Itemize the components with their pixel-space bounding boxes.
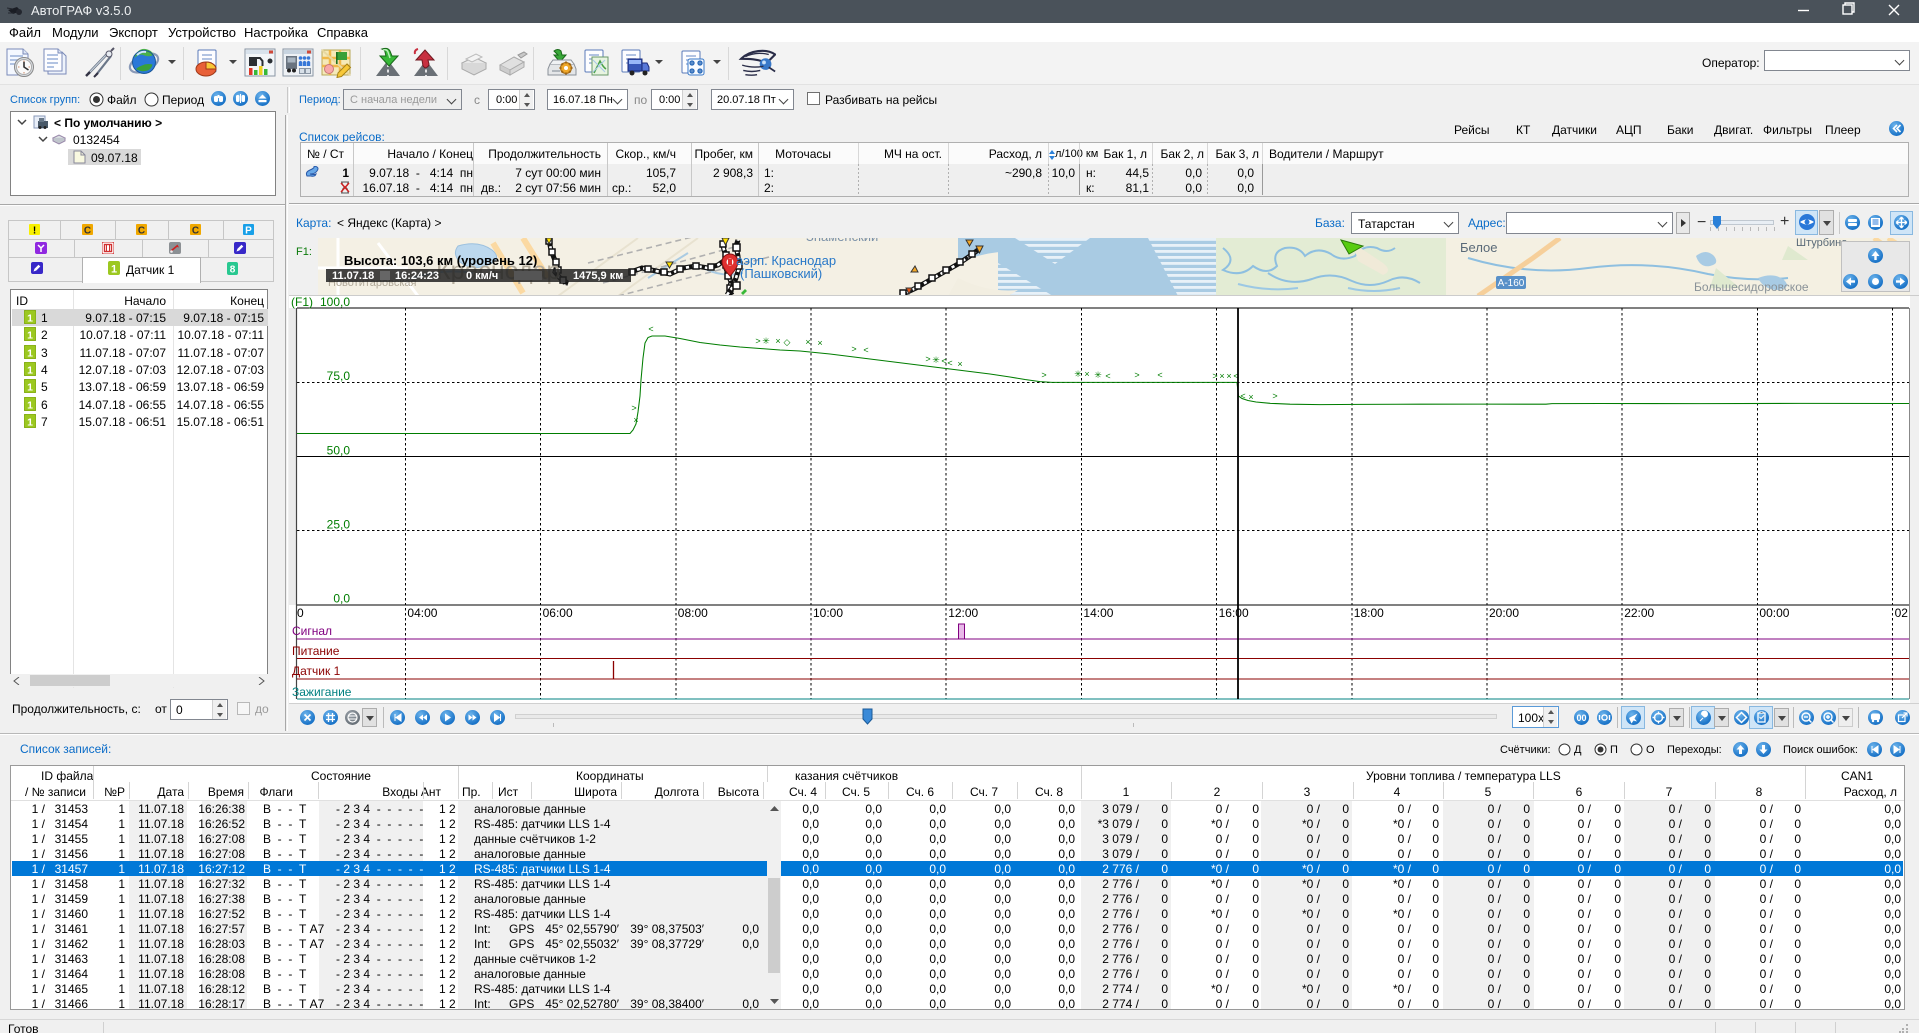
svg-text:1: 1 — [27, 417, 33, 429]
svg-text:16:00: 16:00 — [1219, 606, 1249, 620]
svg-text:10:00: 10:00 — [813, 606, 843, 620]
svg-text:×: × — [633, 415, 638, 425]
svg-text:(F1): (F1) — [291, 296, 313, 309]
svg-text:12:00: 12:00 — [948, 606, 978, 620]
svg-text:Зажигание: Зажигание — [292, 685, 352, 699]
svg-text:>: > — [755, 336, 760, 346]
svg-text:>: > — [1041, 370, 1046, 380]
svg-text:×: × — [1219, 371, 1224, 381]
svg-text:0: 0 — [297, 606, 304, 620]
svg-text:>: > — [631, 403, 636, 413]
svg-text:50,0: 50,0 — [327, 444, 351, 458]
svg-text:А-160: А-160 — [1498, 278, 1525, 289]
svg-text:Белое: Белое — [1460, 240, 1498, 255]
svg-text:16:24:23: 16:24:23 — [395, 270, 439, 282]
svg-text:75,0: 75,0 — [327, 369, 351, 383]
svg-text:✳: ✳ — [762, 336, 770, 346]
svg-text:<: < — [947, 358, 952, 368]
svg-text:1: 1 — [27, 382, 33, 394]
svg-text:1: 1 — [27, 347, 33, 359]
svg-text:1: 1 — [111, 264, 117, 276]
svg-text:×: × — [1226, 371, 1231, 381]
svg-text:C: C — [84, 226, 91, 236]
svg-text:Сигнал: Сигнал — [292, 624, 332, 638]
svg-text:✳: ✳ — [932, 355, 940, 365]
svg-text:0 км/ч: 0 км/ч — [466, 270, 498, 282]
svg-text:00:00: 00:00 — [1759, 606, 1789, 620]
svg-text:!: ! — [33, 226, 36, 236]
svg-text:04:00: 04:00 — [407, 606, 437, 620]
svg-text:✳: ✳ — [1074, 369, 1082, 379]
svg-text:C: C — [138, 226, 145, 236]
svg-text:×: × — [1084, 369, 1089, 379]
svg-text:>: > — [925, 354, 930, 364]
svg-text:>: > — [1134, 370, 1139, 380]
svg-text:Штурбино: Штурбино — [1796, 238, 1847, 249]
svg-text:Знаменский: Знаменский — [806, 238, 878, 244]
svg-text:<: < — [1105, 371, 1110, 381]
svg-text:>: > — [1272, 391, 1277, 401]
svg-text:06:00: 06:00 — [543, 606, 573, 620]
svg-text:1475,9 км: 1475,9 км — [573, 270, 623, 282]
svg-text:<: < — [941, 356, 946, 366]
svg-text:<: < — [648, 324, 653, 334]
svg-text:8: 8 — [230, 265, 236, 276]
svg-text:1: 1 — [27, 330, 33, 342]
svg-text:(Пашковский): (Пашковский) — [740, 266, 822, 281]
svg-text:08:00: 08:00 — [678, 606, 708, 620]
svg-text:Питание: Питание — [292, 644, 340, 658]
svg-text:C: C — [192, 226, 199, 236]
svg-text:<: < — [863, 345, 868, 355]
svg-text:>: > — [1212, 371, 1217, 381]
svg-text:Высота: 103,6 км (уровень 12): Высота: 103,6 км (уровень 12) — [344, 253, 537, 268]
svg-text:P: P — [245, 226, 252, 236]
svg-text:×: × — [775, 336, 780, 346]
svg-text:1: 1 — [27, 365, 33, 377]
svg-text:×: × — [805, 337, 810, 347]
svg-text:<: < — [1157, 370, 1162, 380]
svg-text:×: × — [957, 359, 962, 369]
svg-text:Датчик 1: Датчик 1 — [292, 664, 341, 678]
svg-text:25,0: 25,0 — [327, 518, 351, 532]
svg-text:0,0: 0,0 — [333, 592, 350, 606]
svg-text:×: × — [1248, 392, 1253, 402]
svg-text:✳: ✳ — [1094, 370, 1102, 380]
svg-text:Большесидоровское: Большесидоровское — [1694, 280, 1809, 294]
svg-text:100,0: 100,0 — [320, 296, 350, 309]
svg-text:>: > — [851, 344, 856, 354]
svg-text:×: × — [817, 338, 822, 348]
svg-text:◇: ◇ — [784, 337, 791, 347]
svg-text:<: < — [1240, 391, 1245, 401]
svg-text:1: 1 — [27, 313, 33, 325]
svg-text:1: 1 — [27, 399, 33, 411]
svg-text:00: 00 — [1576, 713, 1586, 723]
svg-text:22:00: 22:00 — [1624, 606, 1654, 620]
svg-text:14:00: 14:00 — [1083, 606, 1113, 620]
svg-text:11.07.18: 11.07.18 — [332, 270, 374, 282]
svg-text:18:00: 18:00 — [1354, 606, 1384, 620]
svg-text:20:00: 20:00 — [1489, 606, 1519, 620]
